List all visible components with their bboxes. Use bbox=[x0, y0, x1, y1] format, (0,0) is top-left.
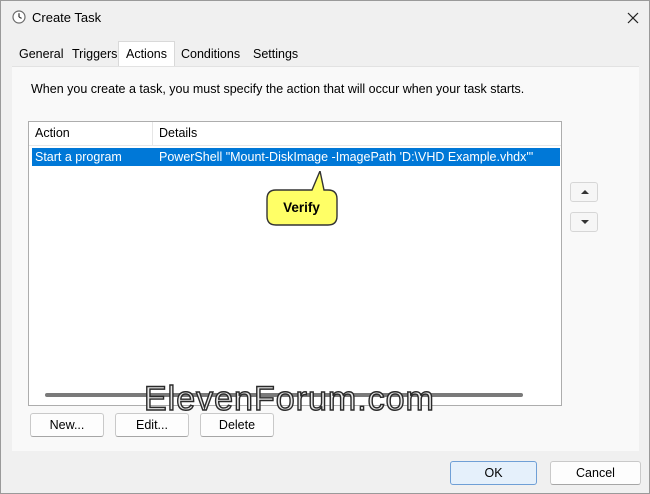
verify-callout: Verify bbox=[264, 168, 339, 233]
tab-actions[interactable]: Actions bbox=[118, 41, 175, 67]
move-up-button[interactable] bbox=[570, 182, 598, 202]
row-details-cell: PowerShell "Mount-DiskImage -ImagePath '… bbox=[159, 150, 534, 164]
tab-triggers[interactable]: Triggers bbox=[72, 47, 117, 67]
create-task-dialog: Create Task General Triggers Actions Con… bbox=[0, 0, 650, 494]
watermark-text: ElevenForum.com bbox=[143, 379, 435, 418]
tab-conditions[interactable]: Conditions bbox=[181, 47, 240, 67]
column-header-action[interactable]: Action bbox=[29, 122, 153, 145]
ok-button[interactable]: OK bbox=[450, 461, 537, 485]
callout-label: Verify bbox=[283, 200, 320, 215]
window-title: Create Task bbox=[32, 10, 102, 25]
actions-description: When you create a task, you must specify… bbox=[31, 82, 525, 96]
move-down-arrow-icon bbox=[581, 220, 589, 224]
tab-general[interactable]: General bbox=[19, 47, 63, 67]
tab-settings[interactable]: Settings bbox=[253, 47, 298, 67]
column-header-details[interactable]: Details bbox=[153, 122, 561, 145]
move-down-button[interactable] bbox=[570, 212, 598, 232]
row-action-cell: Start a program bbox=[35, 150, 122, 164]
title-bar: Create Task bbox=[1, 1, 649, 35]
table-row[interactable]: Start a program PowerShell "Mount-DiskIm… bbox=[32, 148, 560, 166]
list-header: Action Details bbox=[29, 122, 561, 146]
task-scheduler-clock-icon bbox=[12, 10, 26, 24]
move-up-arrow-icon bbox=[581, 190, 589, 194]
cancel-button[interactable]: Cancel bbox=[550, 461, 641, 485]
new-button[interactable]: New... bbox=[30, 413, 104, 437]
actions-list[interactable]: Action Details Start a program PowerShel… bbox=[28, 121, 562, 406]
close-button[interactable] bbox=[619, 4, 647, 32]
close-icon bbox=[627, 12, 639, 24]
